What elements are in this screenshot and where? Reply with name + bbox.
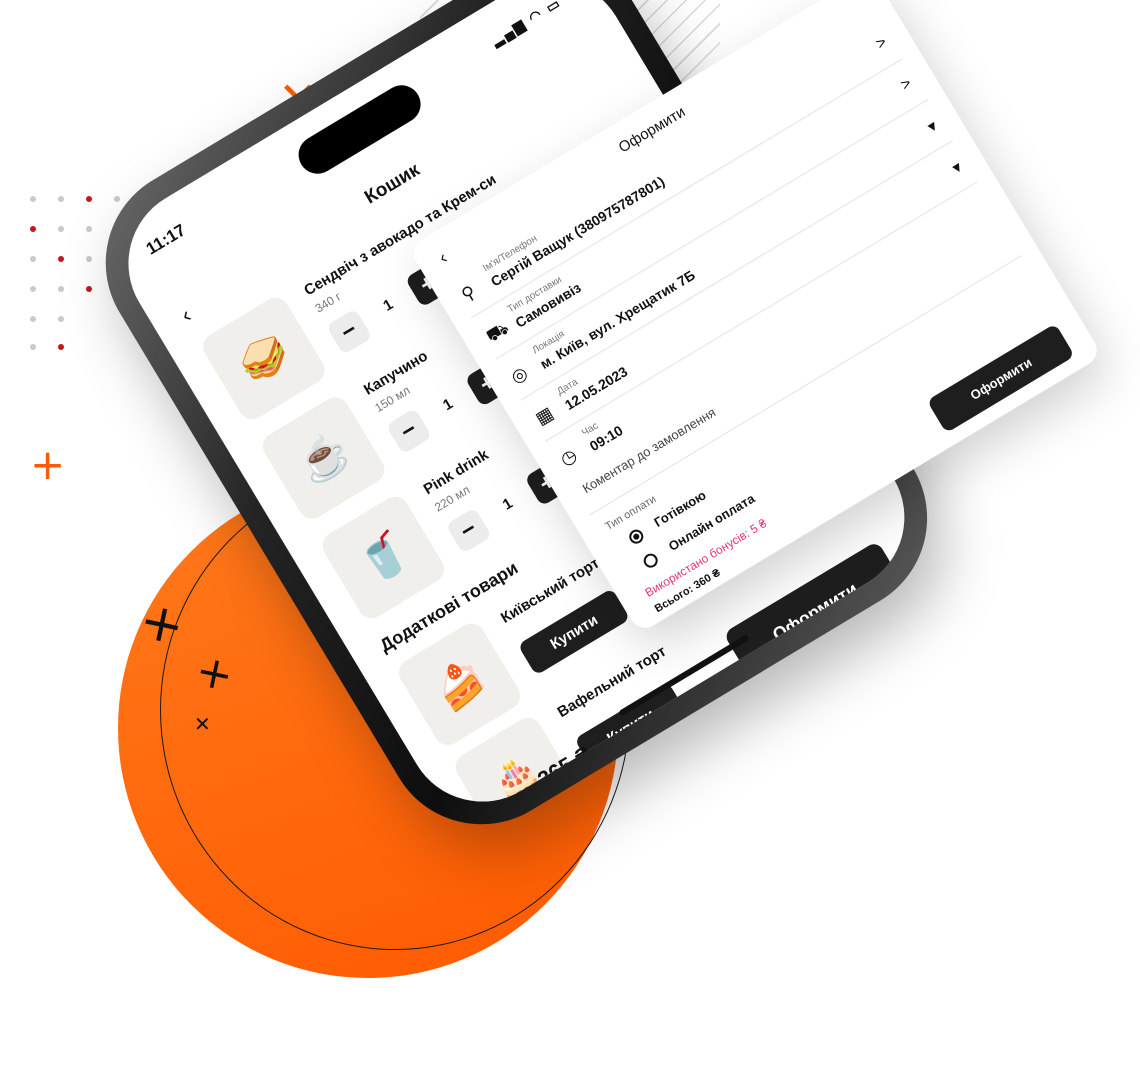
chevron-right-icon: > — [873, 33, 890, 54]
status-time: 11:17 — [142, 220, 189, 259]
chevron-right-icon: > — [897, 74, 915, 95]
car-icon: ⛟ — [482, 317, 513, 347]
orange-cross-decoration: + — [30, 440, 66, 489]
payment-type-label: Тип оплати — [603, 493, 659, 533]
submit-order-button[interactable]: Оформити — [926, 323, 1075, 434]
chevron-down-icon: ▾ — [949, 158, 966, 178]
black-cross-decoration: ✕ — [194, 712, 211, 736]
radio-selected-icon — [626, 527, 646, 547]
status-icons: ▂▄▆ ◠ ▭ — [488, 0, 565, 49]
radio-unselected-icon — [641, 551, 661, 571]
qty-value: 1 — [440, 395, 456, 415]
qty-minus-button[interactable]: − — [385, 407, 433, 455]
bonus-value: 5 ₴ — [747, 516, 770, 537]
qty-value: 1 — [380, 295, 397, 315]
payment-option-cash[interactable]: Готівкою — [626, 487, 709, 552]
location-icon: ◎ — [507, 362, 531, 388]
user-icon: ⚲ — [457, 281, 480, 306]
qty-minus-button[interactable]: − — [325, 308, 373, 356]
calendar-icon: ▦ — [531, 402, 557, 429]
chevron-down-icon: ▾ — [924, 117, 941, 137]
payment-option-online[interactable]: Онлайн оплата — [640, 491, 757, 576]
clock-icon: ◷ — [556, 444, 581, 470]
qty-minus-button[interactable]: − — [445, 507, 493, 554]
qty-value: 1 — [499, 494, 516, 514]
sandwich-icon: 🥪 — [198, 292, 330, 425]
